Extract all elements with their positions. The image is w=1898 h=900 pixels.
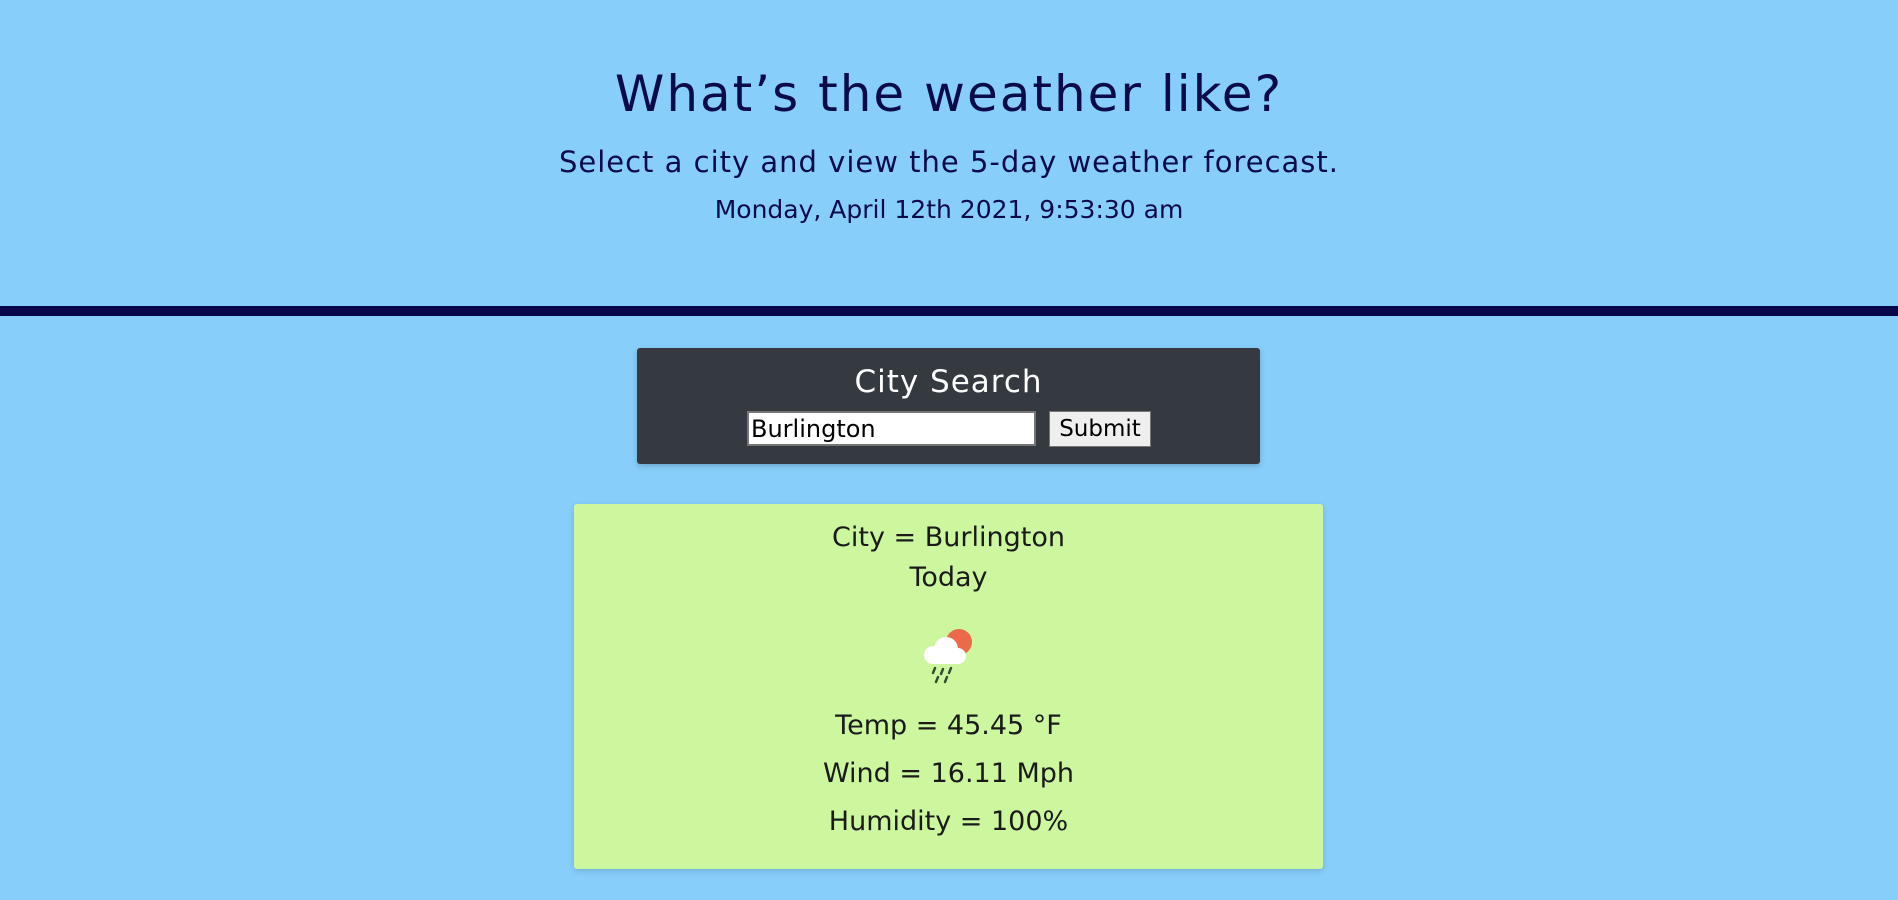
weather-city: City = Burlington [832,522,1065,553]
header-divider [0,306,1898,316]
page-title: What’s the weather like? [614,65,1284,123]
city-search-input[interactable] [747,411,1036,446]
page-subtitle: Select a city and view the 5-day weather… [558,145,1340,179]
weather-wind: Wind = 16.11 Mph [822,758,1075,789]
weather-temp: Temp = 45.45 °F [835,710,1062,741]
current-datetime: Monday, April 12th 2021, 9:53:30 am [714,195,1184,224]
submit-button[interactable]: Submit [1049,411,1151,447]
city-search-title: City Search [854,364,1043,400]
cloud-rain-sun-icon [924,629,972,684]
city-search-panel: City Search Submit [637,348,1260,464]
weather-day: Today [909,562,988,593]
weather-card: City = Burlington Today Temp = 45.45 °F … [574,504,1323,869]
page-header: What’s the weather like? Select a city a… [0,0,1898,306]
weather-humidity: Humidity = 100% [828,806,1069,837]
